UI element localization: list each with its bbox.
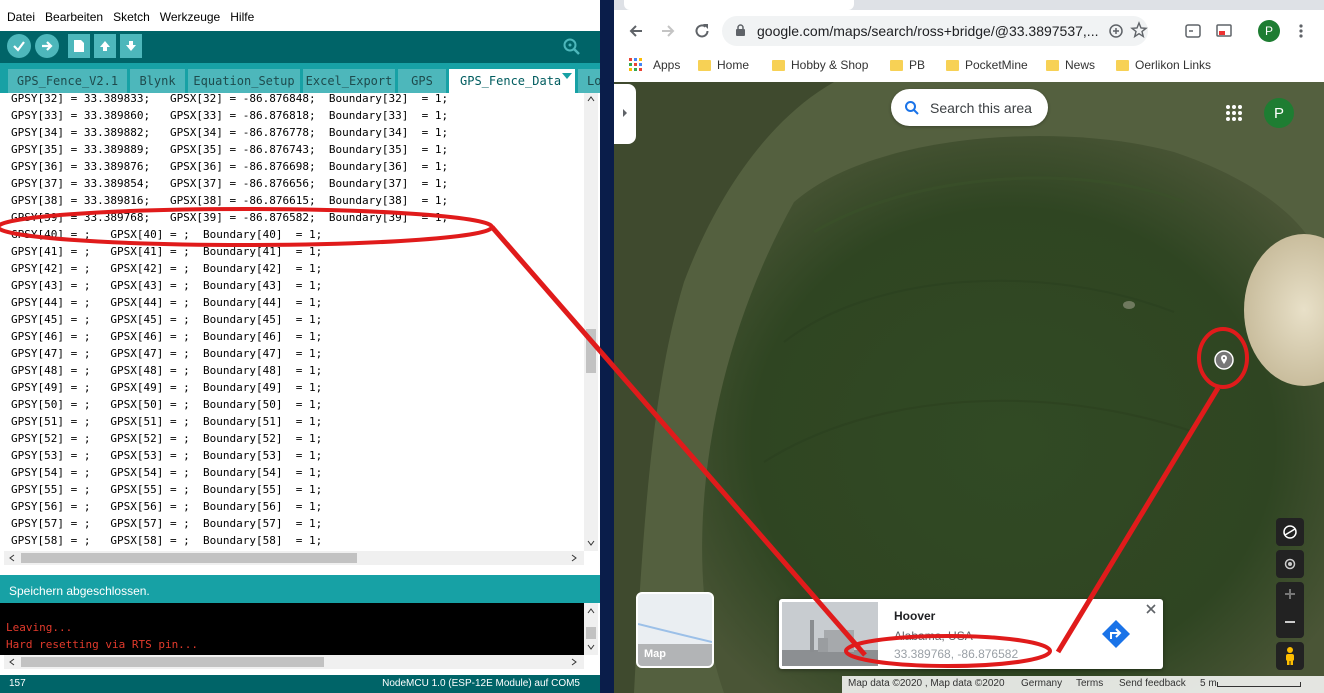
highlight-pin-ellipse xyxy=(1197,327,1249,389)
connector-line-code xyxy=(490,225,867,657)
connector-line-pin xyxy=(1055,386,1221,654)
screenshot-root: Datei Bearbeiten Sketch Werkzeuge Hilfe xyxy=(0,0,1324,693)
highlight-coords-ellipse xyxy=(844,634,1052,668)
highlight-code-ellipse xyxy=(0,207,494,247)
annotation-overlay xyxy=(0,207,1249,668)
